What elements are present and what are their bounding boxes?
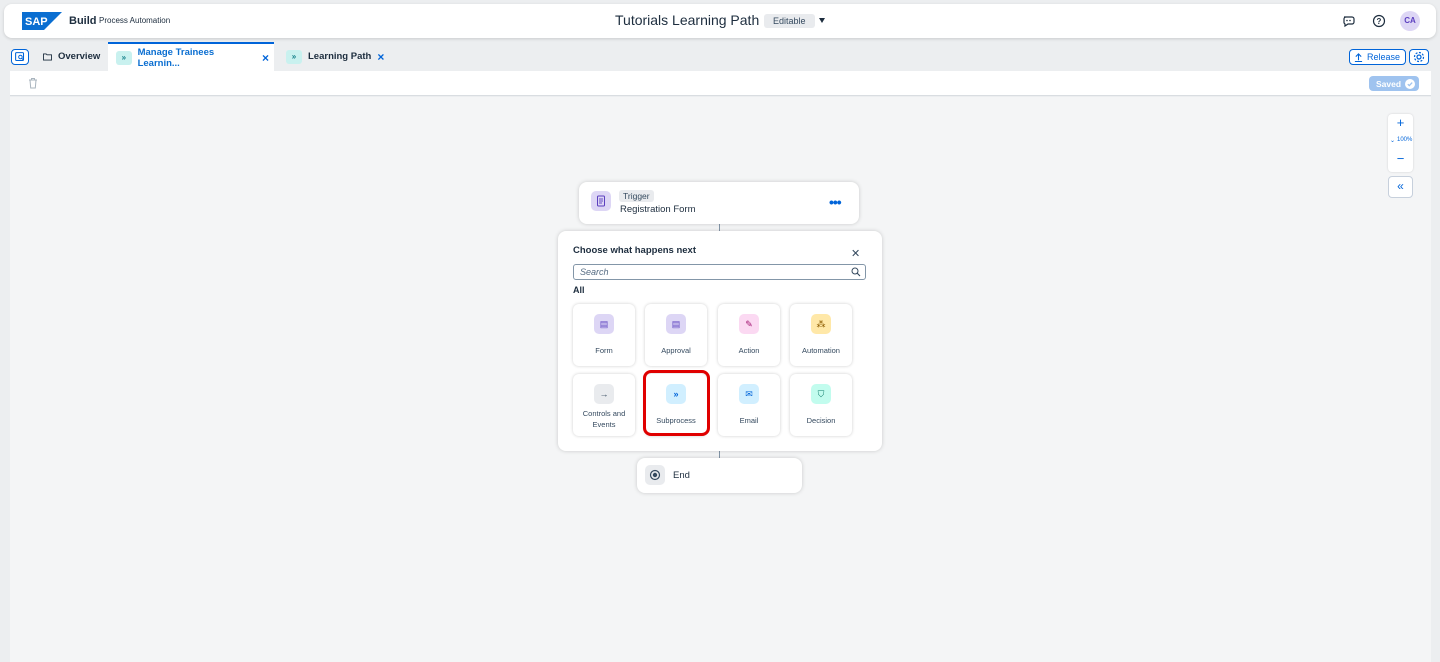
side-panel-toggle-button[interactable]: [11, 49, 29, 65]
sap-logo[interactable]: SAP: [22, 12, 62, 30]
close-icon[interactable]: ✕: [851, 247, 860, 260]
zoom-controls: + ⌄ 100% −: [1388, 114, 1413, 172]
option-approval[interactable]: ▤ Approval: [645, 304, 707, 366]
tab-manage-trainees-label: Manage Trainees Learnin...: [137, 46, 215, 69]
option-label: Approval: [661, 346, 691, 355]
zoom-in-button[interactable]: +: [1388, 115, 1413, 130]
saved-label: Saved: [1376, 78, 1402, 89]
project-title: Tutorials Learning Path: [615, 12, 760, 28]
option-label: Email: [739, 416, 759, 425]
svg-text:?: ?: [1377, 17, 1382, 26]
option-controls-and-events[interactable]: → Controls and Events: [573, 374, 635, 436]
picker-title: Choose what happens next: [573, 245, 696, 256]
trigger-name: Registration Form: [620, 204, 696, 215]
tab-manage-trainees[interactable]: » Manage Trainees Learnin... ×: [108, 42, 274, 71]
saved-status-badge: Saved: [1369, 76, 1420, 91]
close-tab-icon[interactable]: ×: [262, 51, 269, 65]
zoom-dropdown-caret-icon[interactable]: ⌄: [1390, 137, 1395, 144]
subprocess-icon: »: [116, 50, 132, 65]
search-icon[interactable]: [851, 267, 861, 277]
arrow-right-icon: →: [594, 384, 614, 404]
subprocess-icon: »: [286, 49, 302, 64]
feedback-icon[interactable]: [1342, 14, 1356, 28]
upload-icon: [1354, 52, 1363, 62]
option-label: Form: [595, 346, 613, 355]
form-icon: ▤: [594, 314, 614, 334]
option-action[interactable]: ✎ Action: [718, 304, 780, 366]
collapse-panel-button[interactable]: «: [1388, 176, 1413, 198]
automation-icon: ⁂: [811, 314, 831, 334]
sap-logo-text: SAP: [25, 16, 48, 28]
option-label: Action: [738, 346, 760, 355]
search-input[interactable]: Search: [573, 264, 866, 280]
zoom-out-button[interactable]: −: [1388, 151, 1413, 166]
option-email[interactable]: ✉ Email: [718, 374, 780, 436]
shell-bar: SAP Build Process Automation Tutorials L…: [4, 4, 1436, 38]
option-automation[interactable]: ⁂ Automation: [790, 304, 852, 366]
settings-button[interactable]: [1409, 49, 1429, 65]
option-form[interactable]: ▤ Form: [573, 304, 635, 366]
product-name: Process Automation: [99, 16, 171, 25]
subprocess-highlight: [643, 370, 710, 436]
release-label: Release: [1367, 52, 1401, 62]
trigger-step-card[interactable]: Trigger Registration Form •••: [579, 182, 859, 224]
release-button[interactable]: Release: [1349, 49, 1407, 65]
option-label: Controls and Events: [582, 409, 626, 429]
mode-badge: Editable: [764, 14, 815, 28]
help-icon[interactable]: ?: [1372, 14, 1386, 28]
process-canvas[interactable]: + ⌄ 100% − « Trigger Registration Form •…: [10, 97, 1431, 662]
end-step-card[interactable]: End: [637, 458, 802, 493]
end-event-icon: [645, 465, 665, 485]
search-placeholder: Search: [580, 267, 609, 277]
end-label: End: [673, 470, 690, 481]
option-label: Automation: [802, 346, 840, 355]
user-avatar[interactable]: CA: [1400, 11, 1420, 31]
next-step-picker: Choose what happens next ✕ Search All ▤ …: [558, 231, 882, 451]
option-label: Decision: [806, 416, 836, 425]
decision-icon: ⛉: [811, 384, 831, 404]
form-icon: [591, 191, 611, 211]
zoom-level[interactable]: 100%: [1397, 137, 1412, 143]
tab-learning-path-label: Learning Path: [308, 51, 372, 62]
double-chevron-left-icon: «: [1397, 179, 1404, 193]
option-decision[interactable]: ⛉ Decision: [790, 374, 852, 436]
tab-bar: Overview » Manage Trainees Learnin... × …: [4, 42, 1436, 71]
close-tab-icon[interactable]: ×: [377, 50, 384, 64]
trigger-tag: Trigger: [619, 190, 654, 202]
brand-name: Build: [69, 15, 97, 27]
action-icon: ✎: [739, 314, 759, 334]
search-document-icon: [15, 52, 25, 62]
tab-overview-label: Overview: [58, 51, 101, 62]
title-menu-caret-icon[interactable]: [819, 18, 825, 23]
tab-learning-path[interactable]: » Learning Path ×: [286, 42, 384, 71]
gear-icon: [1413, 51, 1425, 63]
tab-overview[interactable]: Overview: [43, 42, 100, 71]
approval-icon: ▤: [666, 314, 686, 334]
check-circle-icon: [1405, 78, 1416, 89]
folder-icon: [43, 52, 52, 61]
email-icon: ✉: [739, 384, 759, 404]
trash-icon[interactable]: [27, 77, 39, 89]
editor-toolbar: Saved: [10, 71, 1431, 96]
more-options-icon[interactable]: •••: [829, 194, 842, 210]
section-label: All: [573, 285, 585, 295]
